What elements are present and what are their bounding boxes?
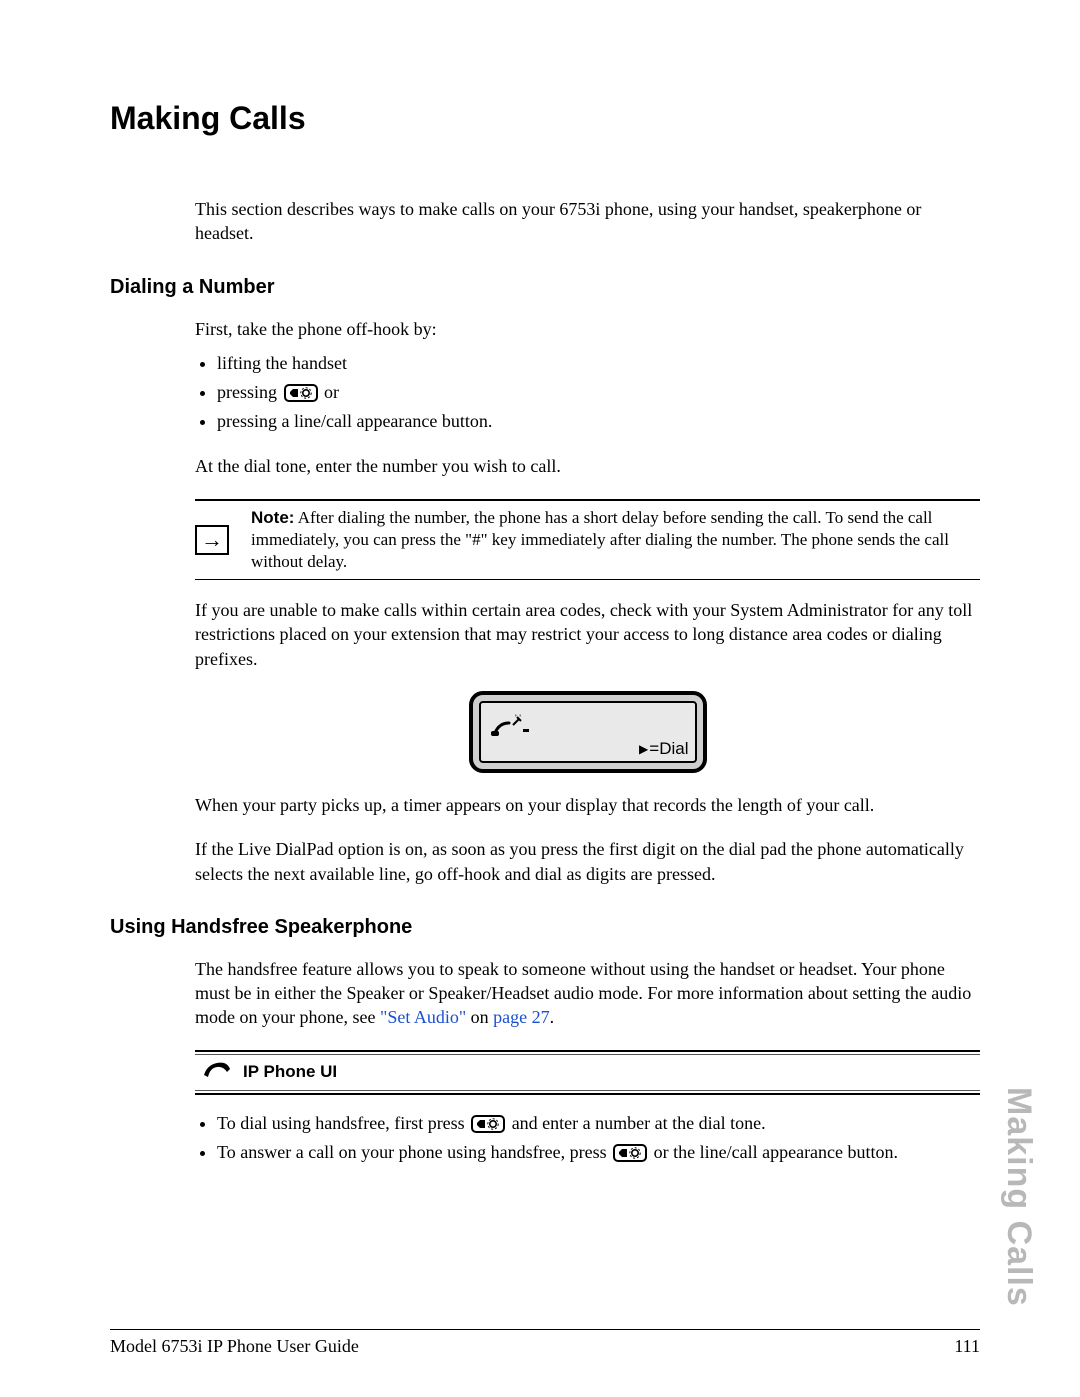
note-callout: → Note: After dialing the number, the ph… [195, 499, 980, 580]
list-item: To answer a call on your phone using han… [217, 1140, 980, 1165]
dialing-lead: First, take the phone off-hook by: [195, 317, 980, 341]
bullet-text: lifting the handset [217, 353, 347, 373]
link-page-27[interactable]: page 27 [493, 1007, 549, 1027]
link-set-audio[interactable]: "Set Audio" [380, 1007, 466, 1027]
list-item: pressing a line/call appearance button. [217, 409, 980, 434]
list-item: pressing or [217, 380, 980, 405]
handsfree-intro: The handsfree feature allows you to spea… [195, 957, 980, 1030]
footer-page-number: 111 [954, 1336, 980, 1357]
handsfree-text-mid: on [466, 1007, 493, 1027]
lcd-dial-text: =Dial [649, 739, 688, 759]
livedialpad-paragraph: If the Live DialPad option is on, as soo… [195, 837, 980, 886]
ip-phone-ui-label: IP Phone UI [243, 1062, 337, 1082]
handsfree-list: To dial using handsfree, first press and… [195, 1111, 980, 1165]
phone-lcd: ' ' ▶=Dial [469, 691, 707, 773]
bullet-text-post: or [324, 382, 339, 402]
page-title: Making Calls [110, 100, 980, 137]
ip-phone-ui-heading: IP Phone UI [195, 1050, 980, 1095]
handsfree-text-post: . [550, 1007, 555, 1027]
note-label: Note: [251, 508, 294, 527]
note-text: Note: After dialing the number, the phon… [251, 507, 980, 573]
note-body: After dialing the number, the phone has … [251, 508, 949, 571]
bullet-text-pre: To answer a call on your phone using han… [217, 1142, 611, 1162]
speaker-key-icon [613, 1144, 647, 1162]
list-item: lifting the handset [217, 351, 980, 376]
section-heading-handsfree: Using Handsfree Speakerphone [110, 916, 980, 939]
footer-doc-title: Model 6753i IP Phone User Guide [110, 1336, 359, 1357]
speaker-key-icon [471, 1115, 505, 1133]
phone-ui-icon [201, 1059, 233, 1086]
page-footer: Model 6753i IP Phone User Guide 111 [110, 1329, 980, 1357]
arrow-right-icon: → [195, 525, 229, 555]
bullet-text-post: or the line/call appearance button. [654, 1142, 898, 1162]
timer-paragraph: When your party picks up, a timer appear… [195, 793, 980, 817]
section-heading-dialing: Dialing a Number [110, 276, 980, 299]
bullet-text: pressing a line/call appearance button. [217, 411, 492, 431]
lcd-dial-prompt: ▶=Dial [639, 739, 688, 759]
bullet-text-pre: pressing [217, 382, 282, 402]
restriction-paragraph: If you are unable to make calls within c… [195, 598, 980, 671]
list-item: To dial using handsfree, first press and… [217, 1111, 980, 1136]
dialtone-paragraph: At the dial tone, enter the number you w… [195, 454, 980, 478]
handset-off-hook-icon: ' ' [489, 709, 533, 744]
intro-paragraph: This section describes ways to make call… [195, 197, 980, 246]
side-tab-label: Making Calls [999, 1087, 1038, 1307]
handsfree-text-pre: The handsfree feature allows you to spea… [195, 959, 971, 1028]
speaker-key-icon [284, 384, 318, 402]
bullet-text-post: and enter a number at the dial tone. [512, 1113, 766, 1133]
bullet-text-pre: To dial using handsfree, first press [217, 1113, 469, 1133]
triangle-right-icon: ▶ [639, 742, 648, 756]
offhook-list: lifting the handset pressing or pressing… [195, 351, 980, 435]
